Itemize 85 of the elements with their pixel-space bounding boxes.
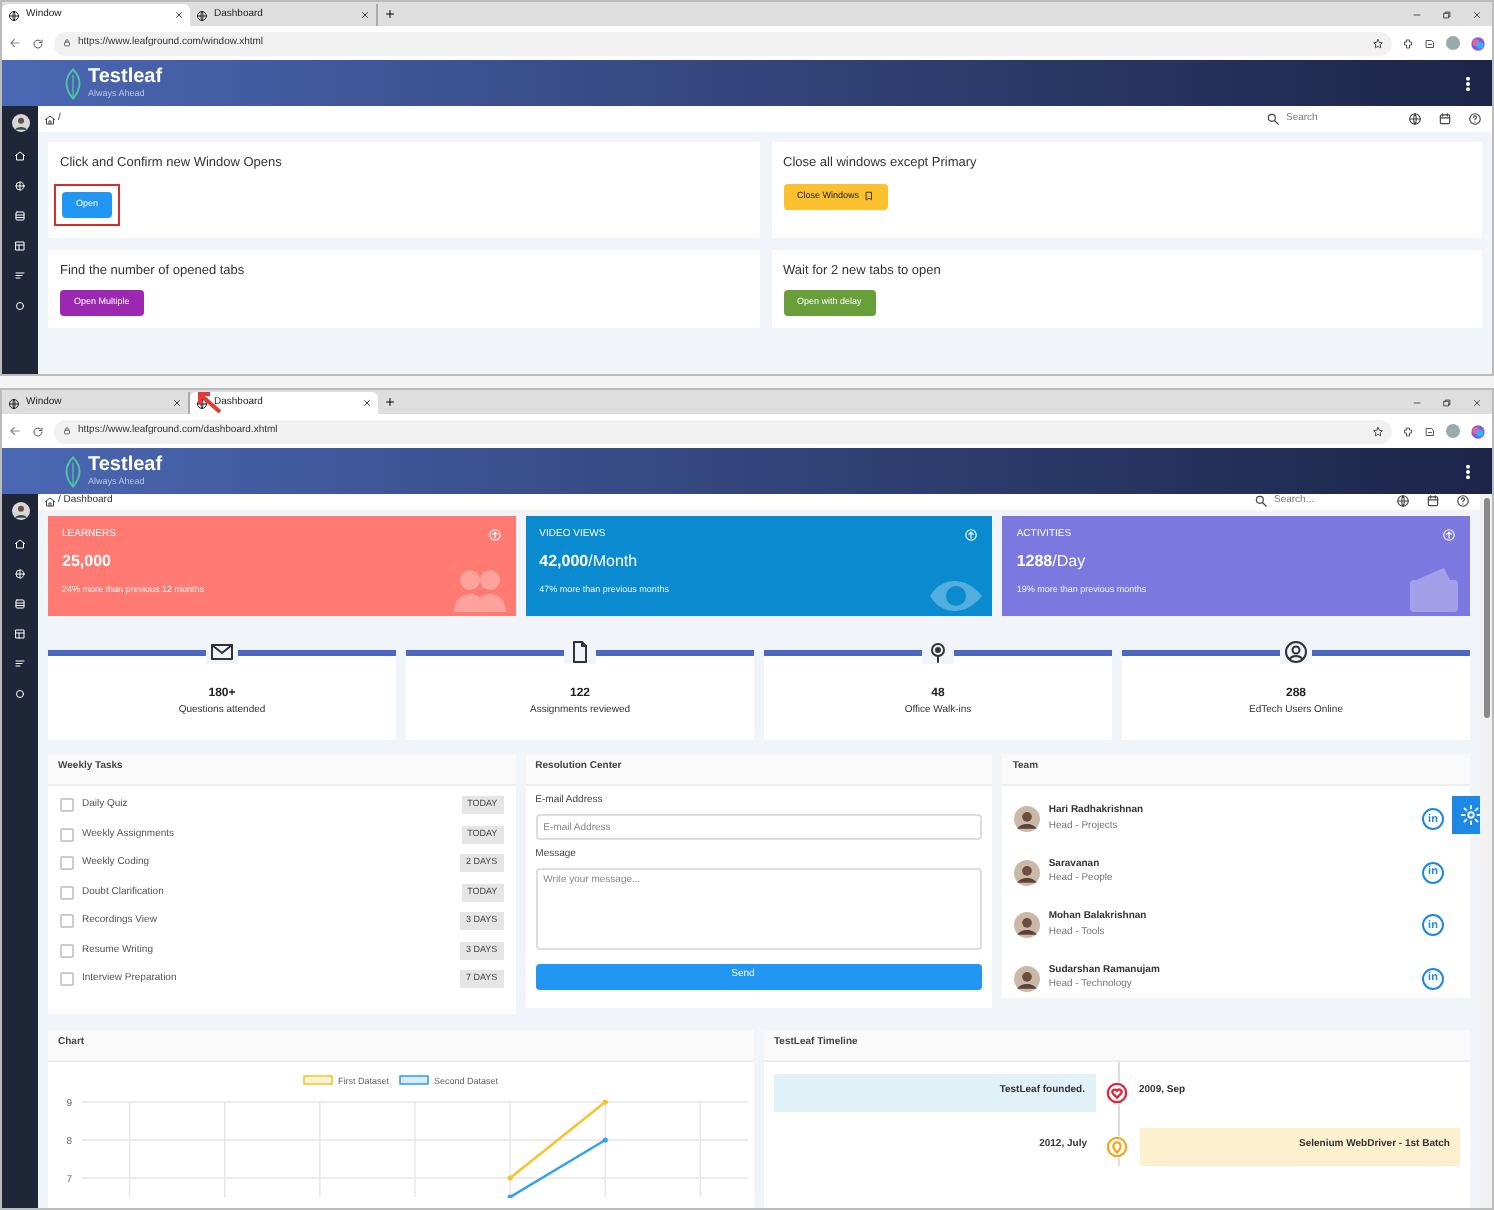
calendar-icon[interactable] [1438, 112, 1452, 126]
kebab-menu-icon[interactable] [1460, 71, 1476, 95]
checkbox[interactable] [60, 943, 74, 958]
search-icon [1254, 494, 1268, 509]
reload-icon[interactable] [32, 425, 44, 437]
data-point [602, 1098, 608, 1104]
search-icon [1266, 112, 1280, 126]
calendar-icon[interactable] [1426, 494, 1440, 509]
text-lines-icon[interactable] [14, 270, 26, 282]
back-icon[interactable] [8, 36, 22, 50]
logo-text: Testleaf [88, 455, 163, 476]
bookmark-icon [863, 190, 874, 203]
checkbox[interactable] [60, 856, 74, 871]
help-icon[interactable] [1456, 494, 1470, 509]
lock-icon [62, 38, 72, 48]
user-circle-icon [1284, 639, 1308, 663]
document-icon [568, 639, 592, 663]
checkbox[interactable] [60, 972, 74, 987]
globe-icon [8, 9, 20, 21]
card-value: 25,000 [62, 550, 113, 574]
user-avatar[interactable] [11, 502, 29, 520]
data-line [509, 1137, 606, 1197]
data-point [507, 1174, 513, 1180]
person-avatar [1014, 859, 1041, 886]
checkbox[interactable] [60, 798, 74, 813]
logo-text: Testleaf [88, 67, 163, 88]
restore-icon[interactable] [1442, 397, 1452, 407]
arrow-up-circle-icon[interactable] [964, 527, 979, 542]
settings-button[interactable] [1452, 795, 1480, 833]
table-icon[interactable] [14, 240, 26, 252]
home-icon[interactable] [44, 113, 56, 125]
data-line [509, 1100, 607, 1178]
circle-icon[interactable] [14, 688, 26, 700]
new-tab-icon[interactable] [384, 396, 396, 408]
leaf-logo-icon [62, 67, 84, 99]
close-icon[interactable] [174, 10, 184, 20]
person-avatar [1014, 806, 1041, 833]
restore-icon[interactable] [1442, 9, 1452, 19]
kebab-menu-icon[interactable] [1460, 459, 1476, 483]
globe-icon [196, 397, 208, 409]
location-pin-icon [926, 639, 950, 663]
list-icon[interactable] [14, 210, 26, 222]
globe-icon[interactable] [1396, 494, 1410, 509]
copilot-icon[interactable] [1470, 423, 1486, 439]
back-icon[interactable] [8, 424, 22, 438]
checkbox[interactable] [60, 885, 74, 900]
person-avatar [1014, 912, 1041, 939]
person-avatar [1014, 965, 1041, 992]
extension-icon[interactable] [1402, 37, 1414, 49]
close-icon[interactable] [360, 10, 370, 20]
leaf-logo-icon [62, 455, 84, 487]
list-icon[interactable] [14, 598, 26, 610]
checkbox[interactable] [60, 827, 74, 842]
user-avatar[interactable] [11, 114, 29, 132]
legend-swatch [303, 1074, 333, 1084]
extension-icon[interactable] [1402, 425, 1414, 437]
help-icon[interactable] [1468, 112, 1482, 126]
favorites-icon[interactable] [1424, 37, 1436, 49]
new-tab-icon[interactable] [384, 8, 396, 20]
home-icon[interactable] [44, 495, 56, 508]
lock-icon [62, 426, 72, 436]
close-icon[interactable] [362, 398, 372, 408]
legend-swatch [399, 1074, 429, 1084]
arrow-up-circle-icon[interactable] [1442, 527, 1456, 542]
close-icon[interactable] [1472, 397, 1482, 407]
circle-icon[interactable] [14, 300, 26, 312]
text-lines-icon[interactable] [14, 658, 26, 670]
close-icon[interactable] [172, 398, 182, 408]
globe-icon [196, 9, 208, 21]
close-icon[interactable] [1472, 9, 1482, 19]
checkbox[interactable] [60, 914, 74, 929]
wallet-icon [1404, 563, 1464, 615]
card-value: 42,000/Month [539, 550, 640, 574]
star-icon[interactable] [1372, 37, 1384, 49]
data-point [602, 1136, 608, 1142]
table-icon[interactable] [14, 628, 26, 640]
mail-icon [210, 639, 234, 663]
settings-icon [1460, 803, 1480, 825]
globe-icon [8, 397, 20, 409]
favorites-icon[interactable] [1424, 425, 1436, 437]
globe-icon[interactable] [1408, 112, 1422, 126]
reload-icon[interactable] [32, 37, 44, 49]
star-icon[interactable] [1372, 425, 1384, 437]
copilot-icon[interactable] [1470, 35, 1486, 51]
card-value: 1288/Day [1016, 550, 1088, 574]
